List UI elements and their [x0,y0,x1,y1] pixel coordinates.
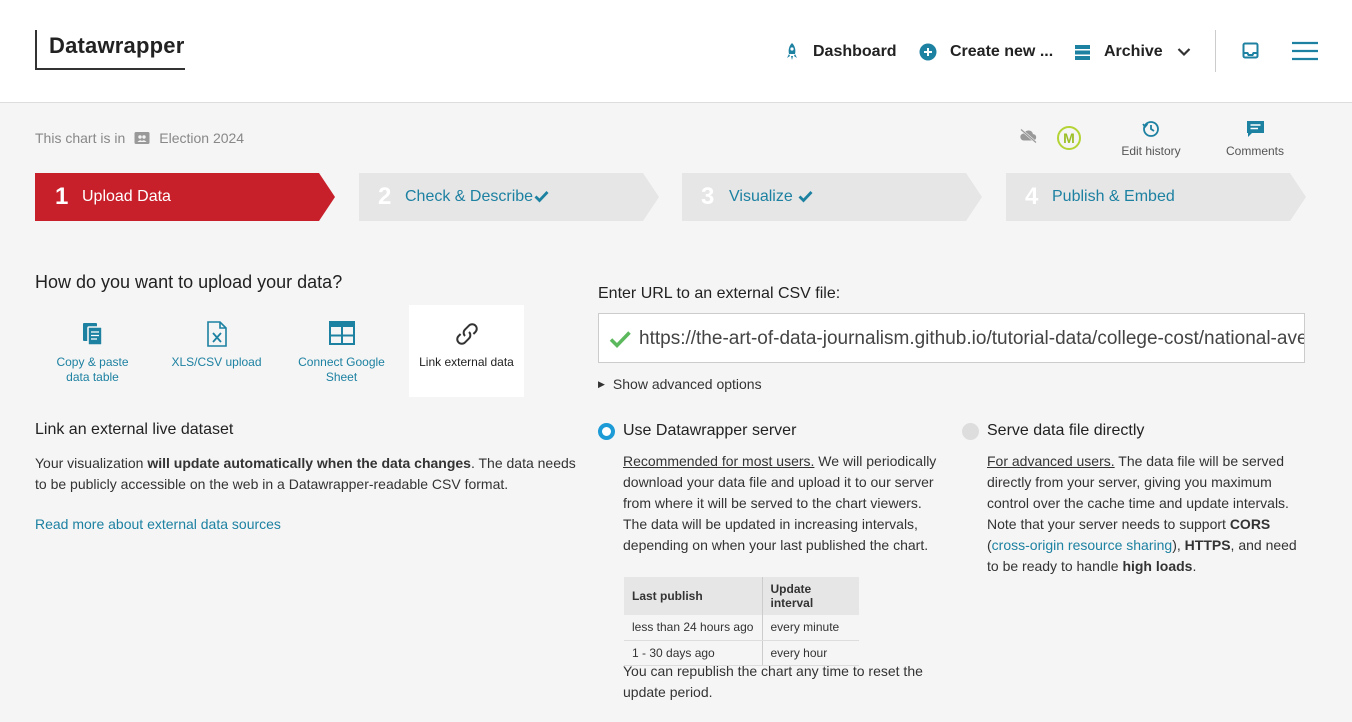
step-arrow-shape [682,173,982,221]
header-divider [1215,30,1216,72]
table-cell: less than 24 hours ago [624,615,763,641]
option-label-line2: data table [66,370,119,384]
option-label-line1: Link external data [419,355,514,369]
create-new-menu[interactable]: Create new ... [919,40,1053,64]
plus-circle-icon [919,43,937,61]
comment-bubble-icon [1220,120,1290,140]
create-new-label: Create new ... [950,43,1054,60]
comments-label: Comments [1225,144,1284,158]
datawrapper-logo[interactable]: Datawrapper [35,30,185,70]
step-label: Upload Data [82,188,171,205]
description-bold: will update automatically when the data … [147,455,471,471]
radio-label: Use Datawrapper server [623,422,797,439]
option-label-line2: Sheet [325,370,358,384]
option-label-line1: Copy & paste [56,355,129,369]
dashboard-link[interactable]: Dashboard [784,40,897,64]
rocket-icon [784,42,800,62]
step-number: 2 [378,183,392,210]
archive-label: Archive [1104,43,1163,60]
top-header: Datawrapper Dashboard Create new ... Arc… [0,0,1352,103]
table-row: less than 24 hours ago every minute [624,615,859,641]
inbox-icon[interactable] [1242,42,1259,64]
step-label: Check & Describe [405,188,534,205]
csv-url-input[interactable]: https://the-art-of-data-journalism.githu… [598,313,1305,363]
table-cell: every minute [762,615,859,641]
folder-icon [134,131,150,145]
step-upload-data[interactable]: 1 Upload Data [35,173,335,221]
hamburger-menu-icon[interactable] [1292,41,1318,66]
live-dataset-title: Link an external live dataset [35,421,234,438]
step-label: Visualize [729,188,793,205]
breadcrumb-prefix: This chart is in [35,130,126,146]
spreadsheet-icon [284,321,399,347]
table-header: Update interval [762,577,859,615]
option-label-line1: XLS/CSV upload [171,355,262,369]
advanced-options-toggle[interactable]: ▶ Show advanced options [598,376,762,392]
radio-selected-icon [598,422,615,440]
breadcrumb-folder-link[interactable]: Election 2024 [159,130,244,146]
chevron-down-icon [1177,47,1191,57]
copy-paste-option[interactable]: Copy & paste data table [35,305,150,397]
cors-info-link[interactable]: cross-origin resource sharing [992,537,1173,553]
edit-history-button[interactable]: Edit history [1114,120,1188,158]
valid-check-icon [609,330,631,353]
description-text: ), [1172,537,1185,553]
description-lead: Recommended for most users. [623,453,815,469]
step-number: 4 [1025,183,1039,210]
radio-unselected-icon [962,422,979,440]
step-visualize[interactable]: 3 Visualize [682,173,982,221]
update-interval-table: Last publish Update interval less than 2… [624,577,859,666]
use-datawrapper-server-radio[interactable]: Use Datawrapper server [598,422,796,440]
upload-method-title: How do you want to upload your data? [35,272,343,292]
excel-file-icon [159,321,274,347]
serve-directly-radio[interactable]: Serve data file directly [962,422,1144,440]
comments-button[interactable]: Comments [1220,120,1290,158]
link-external-data-option[interactable]: Link external data [409,305,524,397]
cloud-off-icon[interactable] [1019,128,1038,149]
table-header: Last publish [624,577,763,615]
user-avatar[interactable]: M [1057,126,1081,150]
high-loads-bold: high loads [1122,558,1193,574]
republish-note: You can republish the chart any time to … [623,663,923,700]
url-label: Enter URL to an external CSV file: [598,285,841,302]
description-text: Your visualization [35,455,148,471]
description-text: . [1192,558,1197,574]
description-lead: For advanced users. [987,453,1115,469]
direct-description: For advanced users. The data file will b… [987,451,1305,577]
breadcrumb: This chart is in Election 2024 [35,130,244,146]
advanced-options-label: Show advanced options [612,376,762,392]
step-publish-embed[interactable]: 4 Publish & Embed [1006,173,1306,221]
clipboard-icon [35,321,150,347]
chain-link-icon [409,321,524,347]
step-number: 3 [701,183,715,210]
step-number: 1 [55,183,69,210]
radio-label: Serve data file directly [987,422,1145,439]
step-arrow-shape [35,173,335,221]
caret-right-icon: ▶ [598,378,605,389]
archive-menu[interactable]: Archive [1074,40,1191,64]
table-header-row: Last publish Update interval [624,577,859,615]
history-clock-icon [1114,120,1188,140]
xls-csv-upload-option[interactable]: XLS/CSV upload [159,305,274,397]
cors-bold: CORS [1229,516,1271,532]
csv-url-value: https://the-art-of-data-journalism.githu… [639,328,1304,349]
live-dataset-description: Your visualization will update automatic… [35,453,580,495]
google-sheet-option[interactable]: Connect Google Sheet [284,305,399,397]
step-check-describe[interactable]: 2 Check & Describe [359,173,659,221]
read-more-link[interactable]: Read more about external data sources [35,516,281,532]
edit-history-label: Edit history [1121,144,1181,158]
https-bold: HTTPS [1184,537,1231,553]
archive-stack-icon [1074,44,1091,61]
server-description: Recommended for most users. We will peri… [623,451,943,556]
step-label: Publish & Embed [1052,188,1175,205]
option-label-line1: Connect Google [298,355,385,369]
dashboard-label: Dashboard [813,43,897,60]
